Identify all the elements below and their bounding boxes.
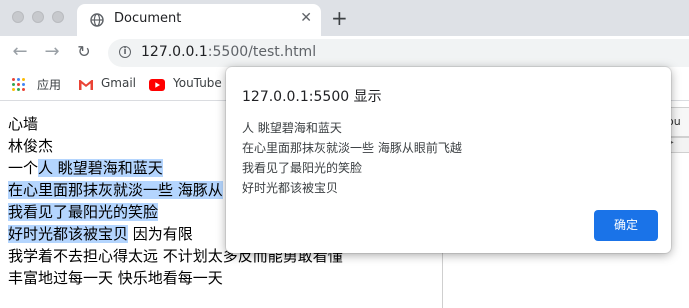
new-tab-button[interactable]: + [331, 6, 348, 30]
reload-icon[interactable]: ↻ [73, 41, 95, 63]
dialog-title: 127.0.0.1:5500 显示 [242, 89, 382, 105]
bookmark-apps[interactable]: 应用 [37, 76, 61, 93]
tab-title: Document [114, 11, 182, 26]
bookmark-gmail[interactable]: Gmail [101, 76, 136, 90]
forward-arrow-icon[interactable]: → [41, 41, 63, 63]
close-window-button[interactable] [12, 11, 24, 23]
minimize-window-button[interactable] [32, 11, 44, 23]
dialog-message: 人 眺望碧海和蓝天 在心里面那抹灰就淡一些 海豚从眼前飞越 我看见了最阳光的笑脸… [242, 121, 462, 195]
bookmark-youtube[interactable]: YouTube [173, 76, 222, 90]
gmail-icon [79, 80, 93, 90]
youtube-icon [149, 79, 165, 91]
globe-icon [90, 13, 104, 27]
address-bar[interactable]: i 127.0.0.1:5500/test.html [108, 39, 689, 67]
close-tab-icon[interactable]: ✕ [300, 10, 312, 26]
toolbar: ← → ↻ i 127.0.0.1:5500/test.html [0, 36, 689, 70]
page-line: 林俊杰 [8, 137, 54, 155]
page-line: 一个人 眺望碧海和蓝天 [8, 159, 163, 177]
tab-bar: Document ✕ + [0, 0, 689, 36]
apps-grid-icon [12, 78, 26, 92]
page-line: 好时光都该被宝贝 因为有限 [8, 225, 193, 243]
tab-document[interactable]: Document ✕ [77, 4, 321, 36]
alert-dialog: 127.0.0.1:5500 显示 人 眺望碧海和蓝天 在心里面那抹灰就淡一些 … [226, 67, 671, 253]
page-line: 心墙 [8, 115, 39, 133]
page-line: 在心里面那抹灰就淡一些 海豚从 [8, 181, 223, 199]
page-line: 我看见了最阳光的笑脸 [8, 203, 159, 221]
ok-button[interactable]: 确定 [594, 210, 658, 241]
zoom-window-button[interactable] [52, 11, 64, 23]
back-arrow-icon[interactable]: ← [9, 41, 31, 63]
page-line: 丰富地过每一天 快乐地看每一天 [8, 269, 223, 287]
url-text: 127.0.0.1:5500/test.html [141, 44, 317, 60]
info-icon[interactable]: i [119, 46, 131, 58]
